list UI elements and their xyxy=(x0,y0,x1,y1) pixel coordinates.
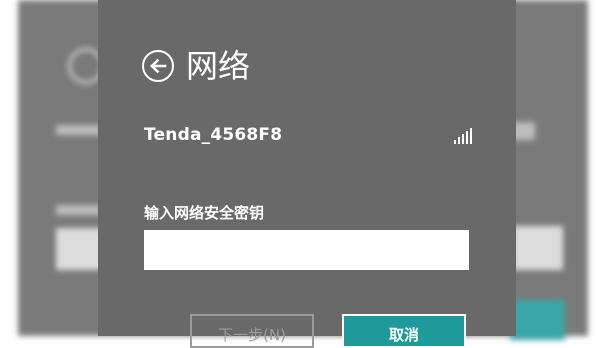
arrow-left-circle-icon xyxy=(150,58,167,74)
security-key-input[interactable] xyxy=(144,230,469,270)
back-button[interactable] xyxy=(142,50,174,82)
background-ghost-right-b xyxy=(513,226,563,270)
next-button[interactable]: 下一步(N) xyxy=(190,314,314,348)
panel-header: 网络 xyxy=(142,43,250,89)
wifi-signal-icon xyxy=(454,126,472,144)
security-key-label: 输入网络安全密钥 xyxy=(144,204,265,222)
network-list-item[interactable]: Tenda_4568F8 xyxy=(144,122,472,148)
page-title: 网络 xyxy=(186,47,251,85)
network-ssid: Tenda_4568F8 xyxy=(144,125,283,145)
cancel-button[interactable]: 取消 xyxy=(342,314,466,348)
network-panel: 网络 Tenda_4568F8 输入网络安全密钥 下一步(N) 取消 xyxy=(98,0,516,348)
background-ghost-right-c xyxy=(510,300,565,340)
